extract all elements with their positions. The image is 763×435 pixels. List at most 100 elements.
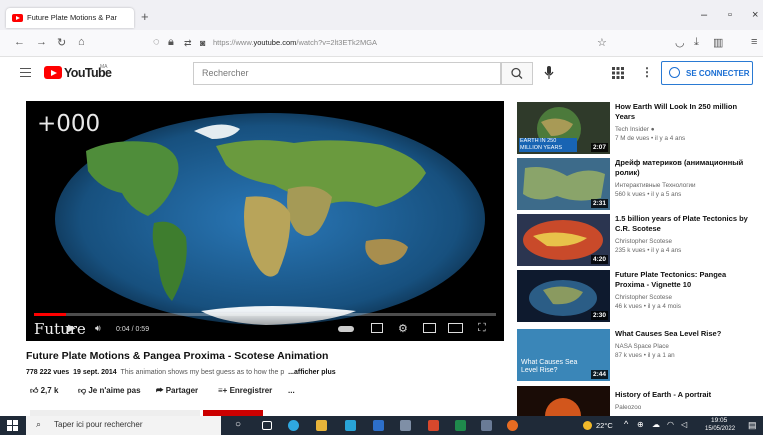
share-button[interactable]: ⮫ Partager <box>156 386 198 396</box>
library-icon[interactable]: ▥ <box>713 36 723 49</box>
home-icon[interactable]: ⌂ <box>78 36 85 48</box>
new-tab-button[interactable]: + <box>141 9 149 24</box>
tab-title: Future Plate Motions & Pangea × <box>27 13 117 22</box>
publish-date: 19 sept. 2014 <box>73 369 117 376</box>
sign-in-label: SE CONNECTER <box>686 69 750 78</box>
more-actions-button[interactable]: ... <box>288 386 295 395</box>
subtitles-icon[interactable] <box>371 323 383 333</box>
apps-grid-icon[interactable] <box>612 67 624 79</box>
related-video[interactable]: What Causes Sea Level Rise? 2:44 What Ca… <box>517 329 757 385</box>
channel-name: NASA Space Place <box>615 343 669 350</box>
progress-fill <box>34 313 67 316</box>
miniplayer-icon[interactable] <box>423 323 436 333</box>
video-thumbnail: 2:30 <box>517 270 610 322</box>
clock-date[interactable]: 15/05/2022 <box>705 426 735 432</box>
windows-taskbar: ⌕ Taper ici pour rechercher ○ 22°C ^ ⊕ ☁… <box>0 416 763 435</box>
cortana-icon[interactable]: ○ <box>235 419 241 430</box>
fullscreen-icon[interactable]: ⛶ <box>478 322 486 335</box>
screen: Future Plate Motions & Pangea × + – ▫ × … <box>0 0 763 435</box>
forward-icon[interactable]: → <box>36 36 47 48</box>
share-icon: ⮫ <box>156 386 164 395</box>
duration-badge: 2:44 <box>590 370 608 379</box>
show-more-link[interactable]: ...afficher plus <box>288 369 335 376</box>
thumbnail-caption: EARTH IN 250 MILLION YEARS <box>519 138 577 152</box>
video-thumbnail: EARTH IN 250 MILLION YEARS 2:07 <box>517 102 610 154</box>
settings-gear-icon[interactable]: ⚙ <box>398 322 408 335</box>
url-field[interactable]: https://www.youtube.com/watch?v=2lt3ETk2… <box>213 38 377 47</box>
related-video[interactable]: 2:30 Future Plate Tectonics: Pangea Prox… <box>517 270 757 326</box>
duration-badge: 4:20 <box>590 255 608 264</box>
firefox-icon[interactable] <box>507 420 518 431</box>
shield-icon[interactable]: ◌ <box>153 36 160 48</box>
search-icon <box>511 67 523 79</box>
wifi-icon[interactable]: ◠ <box>667 420 674 429</box>
related-video[interactable]: 2:31 Дрейф материков (анимационный ролик… <box>517 158 757 214</box>
cloud-icon[interactable]: ☁ <box>652 420 660 429</box>
lock-icon[interactable]: 🔒︎ <box>168 36 174 49</box>
download-icon[interactable]: ⤓ <box>694 36 699 49</box>
network-icon[interactable]: ⊕ <box>637 420 644 429</box>
progress-bar[interactable] <box>34 313 496 316</box>
duration-badge: 2:07 <box>590 143 608 152</box>
video-thumbnail: 2:31 <box>517 158 610 210</box>
weather-sun-icon <box>583 421 592 430</box>
youtube-favicon-icon <box>12 14 23 22</box>
sign-in-button[interactable]: SE CONNECTER <box>661 61 753 85</box>
volume-icon[interactable]: 🔊︎ <box>95 323 101 334</box>
more-options-icon[interactable]: ⋮ <box>641 65 653 79</box>
related-title: History of Earth - A portrait <box>615 390 712 399</box>
taskbar-search-input[interactable]: ⌕ Taper ici pour rechercher <box>26 416 221 435</box>
related-video[interactable]: EARTH IN 250 MILLION YEARS 2:07 How Eart… <box>517 102 757 158</box>
youtube-logo-icon[interactable] <box>44 66 62 79</box>
browser-tab[interactable]: Future Plate Motions & Pangea × <box>6 8 134 28</box>
pocket-icon[interactable]: ◡ <box>675 36 685 49</box>
restore-button[interactable]: ▫ <box>728 9 732 21</box>
search-button[interactable] <box>501 62 533 85</box>
bookmark-star-icon[interactable]: ☆ <box>597 36 607 49</box>
task-view-icon[interactable] <box>262 421 272 430</box>
video-player[interactable]: +000 Future ▶ 🔊︎ 0:04 / 0:59 ⚙ ⛶ <box>26 101 504 341</box>
youtube-country-code: MA <box>100 64 108 70</box>
windows-start-icon[interactable] <box>7 420 18 431</box>
autoplay-toggle[interactable] <box>338 326 354 332</box>
youtube-header: YouTube MA Rechercher ⋮ SE CONNECTER <box>0 57 763 91</box>
search-input[interactable]: Rechercher <box>193 62 501 85</box>
duration-badge: 2:31 <box>590 199 608 208</box>
minimize-button[interactable]: – <box>701 9 707 21</box>
reload-icon[interactable]: ↻ <box>57 36 66 49</box>
related-title: What Causes Sea Level Rise? <box>615 329 722 338</box>
back-icon[interactable]: ← <box>14 36 25 48</box>
edge-icon[interactable] <box>288 420 299 431</box>
app-icon[interactable] <box>481 420 492 431</box>
powerpoint-icon[interactable] <box>428 420 439 431</box>
time-display: 0:04 / 0:59 <box>116 326 150 333</box>
search-icon: ⌕ <box>36 419 42 429</box>
world-map-frame <box>55 113 485 325</box>
weather-temp[interactable]: 22°C <box>596 421 613 430</box>
clock-time[interactable]: 19:05 <box>711 417 727 424</box>
overlay-timer: +000 <box>37 111 101 137</box>
related-video[interactable]: 4:20 1.5 billion years of Plate Tectonic… <box>517 214 757 270</box>
speaker-icon[interactable]: ◁ <box>681 420 687 429</box>
menu-icon[interactable]: ≡ <box>751 36 757 48</box>
window-close-button[interactable]: × <box>752 9 758 21</box>
dislike-button[interactable]: 👎︎ Je n'aime pas <box>78 386 141 396</box>
save-button[interactable]: ≡+ Enregistrer <box>218 386 272 395</box>
mail-icon[interactable] <box>373 420 384 431</box>
excel-icon[interactable] <box>455 420 466 431</box>
notifications-icon[interactable]: ▤ <box>748 420 757 431</box>
hamburger-menu-icon[interactable] <box>20 68 31 77</box>
permissions-icon[interactable]: ⇄ <box>184 38 192 49</box>
tray-chevron-icon[interactable]: ^ <box>624 419 628 429</box>
camera-icon[interactable]: ◙ <box>200 38 205 48</box>
channel-name: Christopher Scotese <box>615 238 673 245</box>
file-explorer-icon[interactable] <box>316 420 327 431</box>
app-icon[interactable] <box>400 420 411 431</box>
microphone-icon[interactable] <box>543 65 555 81</box>
taskbar-search-placeholder: Taper ici pour rechercher <box>54 420 143 429</box>
player-controls: Future ▶ 🔊︎ 0:04 / 0:59 ⚙ ⛶ <box>26 311 504 341</box>
theater-mode-icon[interactable] <box>448 323 463 333</box>
play-icon[interactable]: ▶ <box>68 323 76 334</box>
store-icon[interactable] <box>345 420 356 431</box>
like-button[interactable]: 👍︎ 2,7 k <box>30 386 58 396</box>
